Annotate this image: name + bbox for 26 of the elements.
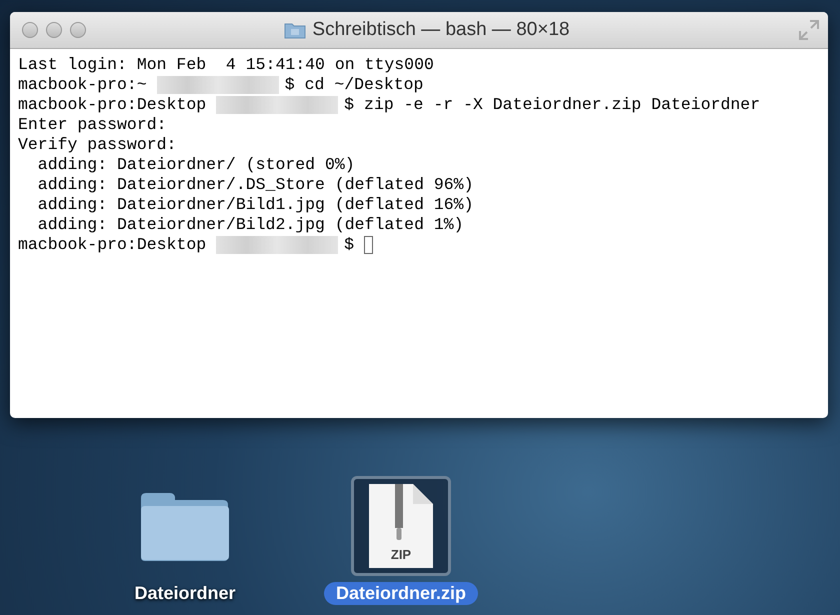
zip-file-icon: ZIP bbox=[369, 484, 433, 568]
prompt-symbol: $ bbox=[344, 95, 354, 115]
icon-label[interactable]: Dateiordner.zip bbox=[324, 582, 478, 605]
fullscreen-icon[interactable] bbox=[798, 19, 820, 41]
output-line: adding: Dateiordner/ (stored 0%) bbox=[36, 155, 355, 175]
icon-label[interactable]: Dateiordner bbox=[122, 582, 248, 605]
output-line: Verify password: bbox=[18, 135, 176, 155]
selection-frame[interactable]: ZIP bbox=[351, 476, 451, 576]
zoom-button[interactable] bbox=[70, 22, 86, 38]
output-line: Last login: Mon Feb 4 15:41:40 on ttys000 bbox=[18, 55, 434, 75]
command-text: cd ~/Desktop bbox=[304, 75, 424, 95]
output-line: adding: Dateiordner/.DS_Store (deflated 96%) bbox=[36, 175, 474, 195]
output-line: Enter password: bbox=[18, 115, 167, 135]
output-line: adding: Dateiordner/Bild2.jpg (deflated 1%) bbox=[36, 215, 464, 235]
prompt-host: macbook-pro:Desktop bbox=[18, 95, 206, 115]
prompt-symbol: $ bbox=[284, 75, 295, 95]
minimize-button[interactable] bbox=[46, 22, 62, 38]
command-text: zip -e -r -X Dateiordner.zip Dateiordner bbox=[364, 95, 760, 115]
window-title: Schreibtisch — bash — 80×18 bbox=[312, 19, 570, 41]
prompt-host: macbook-pro:Desktop bbox=[18, 235, 206, 255]
output-line: adding: Dateiordner/Bild1.jpg (deflated 16%) bbox=[36, 195, 474, 215]
prompt-symbol: $ bbox=[344, 235, 354, 255]
close-button[interactable] bbox=[22, 22, 38, 38]
folder-icon bbox=[284, 21, 306, 39]
prompt-host: macbook-pro:~ bbox=[18, 75, 147, 95]
folder-icon bbox=[139, 490, 231, 562]
